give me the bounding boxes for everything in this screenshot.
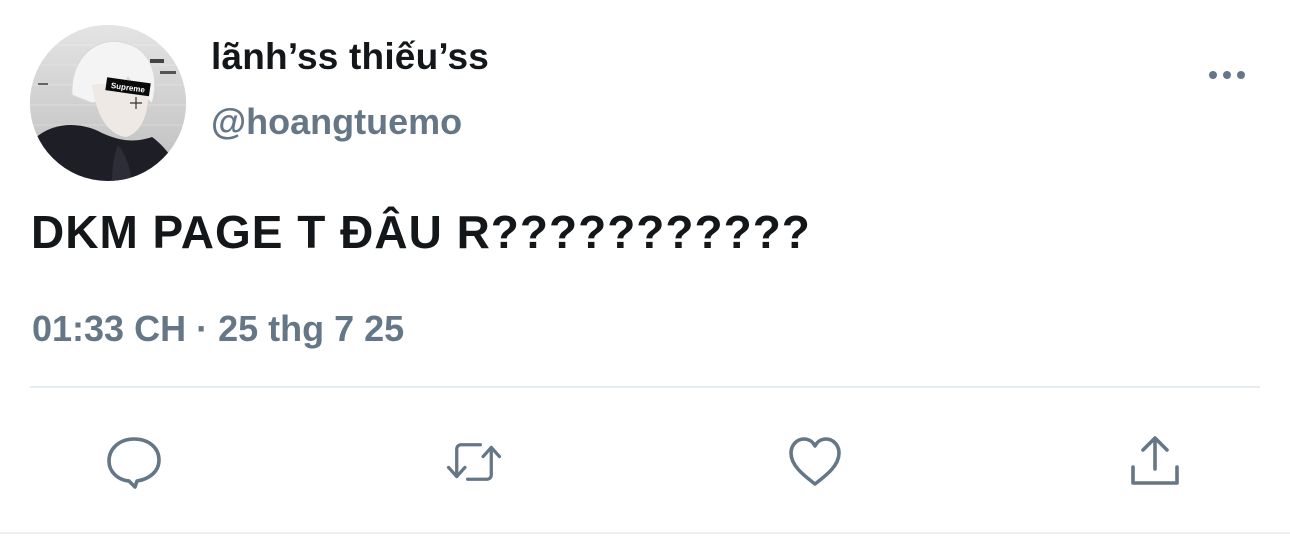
more-horizontal-icon — [1209, 71, 1245, 79]
user-handle[interactable]: @hoangtuemo — [211, 101, 462, 143]
tweet-date: 25 thg 7 25 — [218, 308, 405, 349]
retweet-icon — [446, 443, 502, 481]
like-button[interactable] — [785, 432, 845, 492]
comment-icon — [107, 437, 161, 489]
display-name[interactable]: lãnh’ss thiếu’ss — [211, 36, 489, 78]
tweet-detail: Supreme lãnh’ss thiếu’ss @hoangtuemo DKM… — [0, 0, 1290, 552]
meta-separator: · — [196, 308, 209, 349]
avatar[interactable]: Supreme — [30, 25, 186, 181]
retweet-button[interactable] — [444, 432, 504, 492]
avatar-image: Supreme — [30, 25, 186, 181]
tweet-text: DKM PAGE T ĐÂU R??????????? — [31, 206, 811, 258]
bottom-divider — [0, 532, 1290, 534]
share-button[interactable] — [1125, 432, 1185, 492]
divider — [30, 386, 1260, 388]
tweet-timestamp[interactable]: 01:33 CH · 25 thg 7 25 — [32, 308, 404, 350]
share-icon — [1131, 436, 1179, 485]
heart-icon — [789, 437, 841, 486]
more-options-button[interactable] — [1205, 63, 1249, 87]
tweet-time: 01:33 CH — [32, 308, 187, 349]
reply-button[interactable] — [104, 432, 164, 492]
